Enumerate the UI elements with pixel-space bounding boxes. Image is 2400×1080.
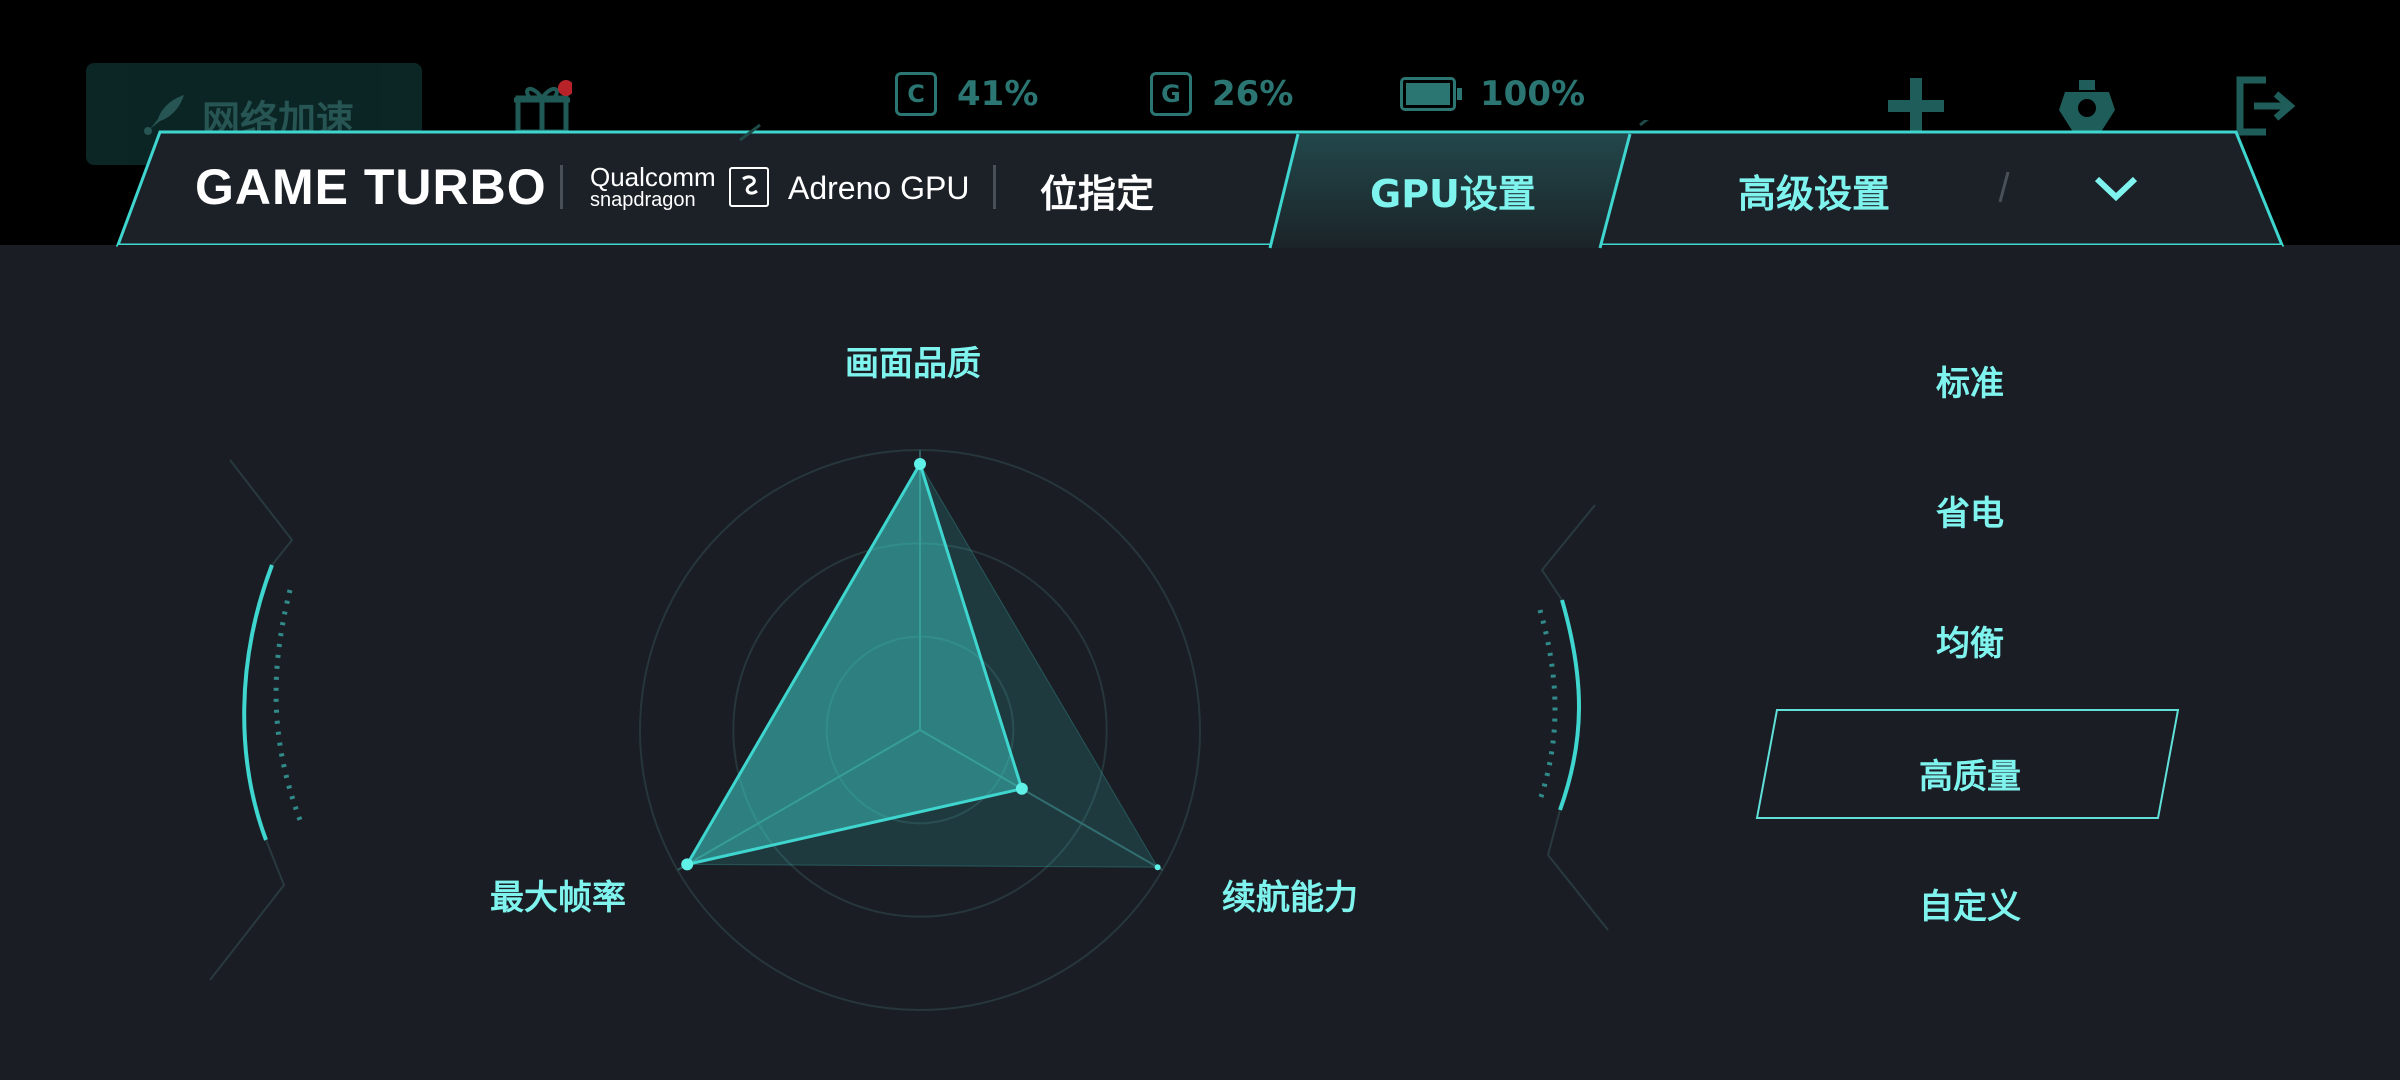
qualcomm-logo: Qualcomm snapdragon — [590, 162, 716, 211]
gpu-name: Adreno GPU — [788, 170, 970, 206]
battery-status: 100% — [1400, 72, 1585, 116]
header-divider — [560, 165, 563, 209]
gpu-usage-value: 26% — [1212, 74, 1294, 114]
mode-option-power-saving[interactable]: 省电 — [1750, 455, 2190, 565]
cpu-icon: C — [895, 72, 937, 116]
cpu-usage: C 41% — [895, 72, 1038, 116]
axis-label-endurance: 续航能力 — [1222, 878, 1358, 918]
tab-advanced-settings[interactable]: 高级设置 — [1738, 163, 1890, 218]
snapdragon-icon — [729, 167, 769, 207]
gpu-icon: G — [1150, 72, 1192, 116]
axis-label-max-fps: 最大帧率 — [490, 878, 626, 918]
battery-value: 100% — [1480, 74, 1586, 114]
axis-label-quality: 画面品质 — [845, 344, 981, 384]
game-turbo-title: GAME TURBO — [195, 159, 547, 215]
battery-icon — [1400, 77, 1462, 111]
radar-data-point — [1015, 782, 1028, 795]
mode-option-balanced[interactable]: 均衡 — [1750, 585, 2190, 695]
tab-gpu-settings[interactable]: GPU设置 — [1370, 163, 1536, 218]
header-divider — [993, 165, 996, 209]
chevron-down-icon[interactable] — [2093, 175, 2139, 203]
mode-option-custom[interactable]: 自定义 — [1750, 848, 2190, 958]
gpu-usage: G 26% — [1150, 72, 1293, 116]
cpu-usage-value: 41% — [957, 74, 1039, 114]
mode-option-high-quality[interactable]: 高质量 — [1750, 718, 2190, 828]
tab-partial[interactable]: 位指定 — [1040, 163, 1154, 218]
radar-data-point — [914, 458, 926, 470]
mode-option-standard[interactable]: 标准 — [1750, 325, 2190, 435]
radar-data-point — [681, 858, 694, 871]
radar-data-point — [1154, 864, 1161, 871]
